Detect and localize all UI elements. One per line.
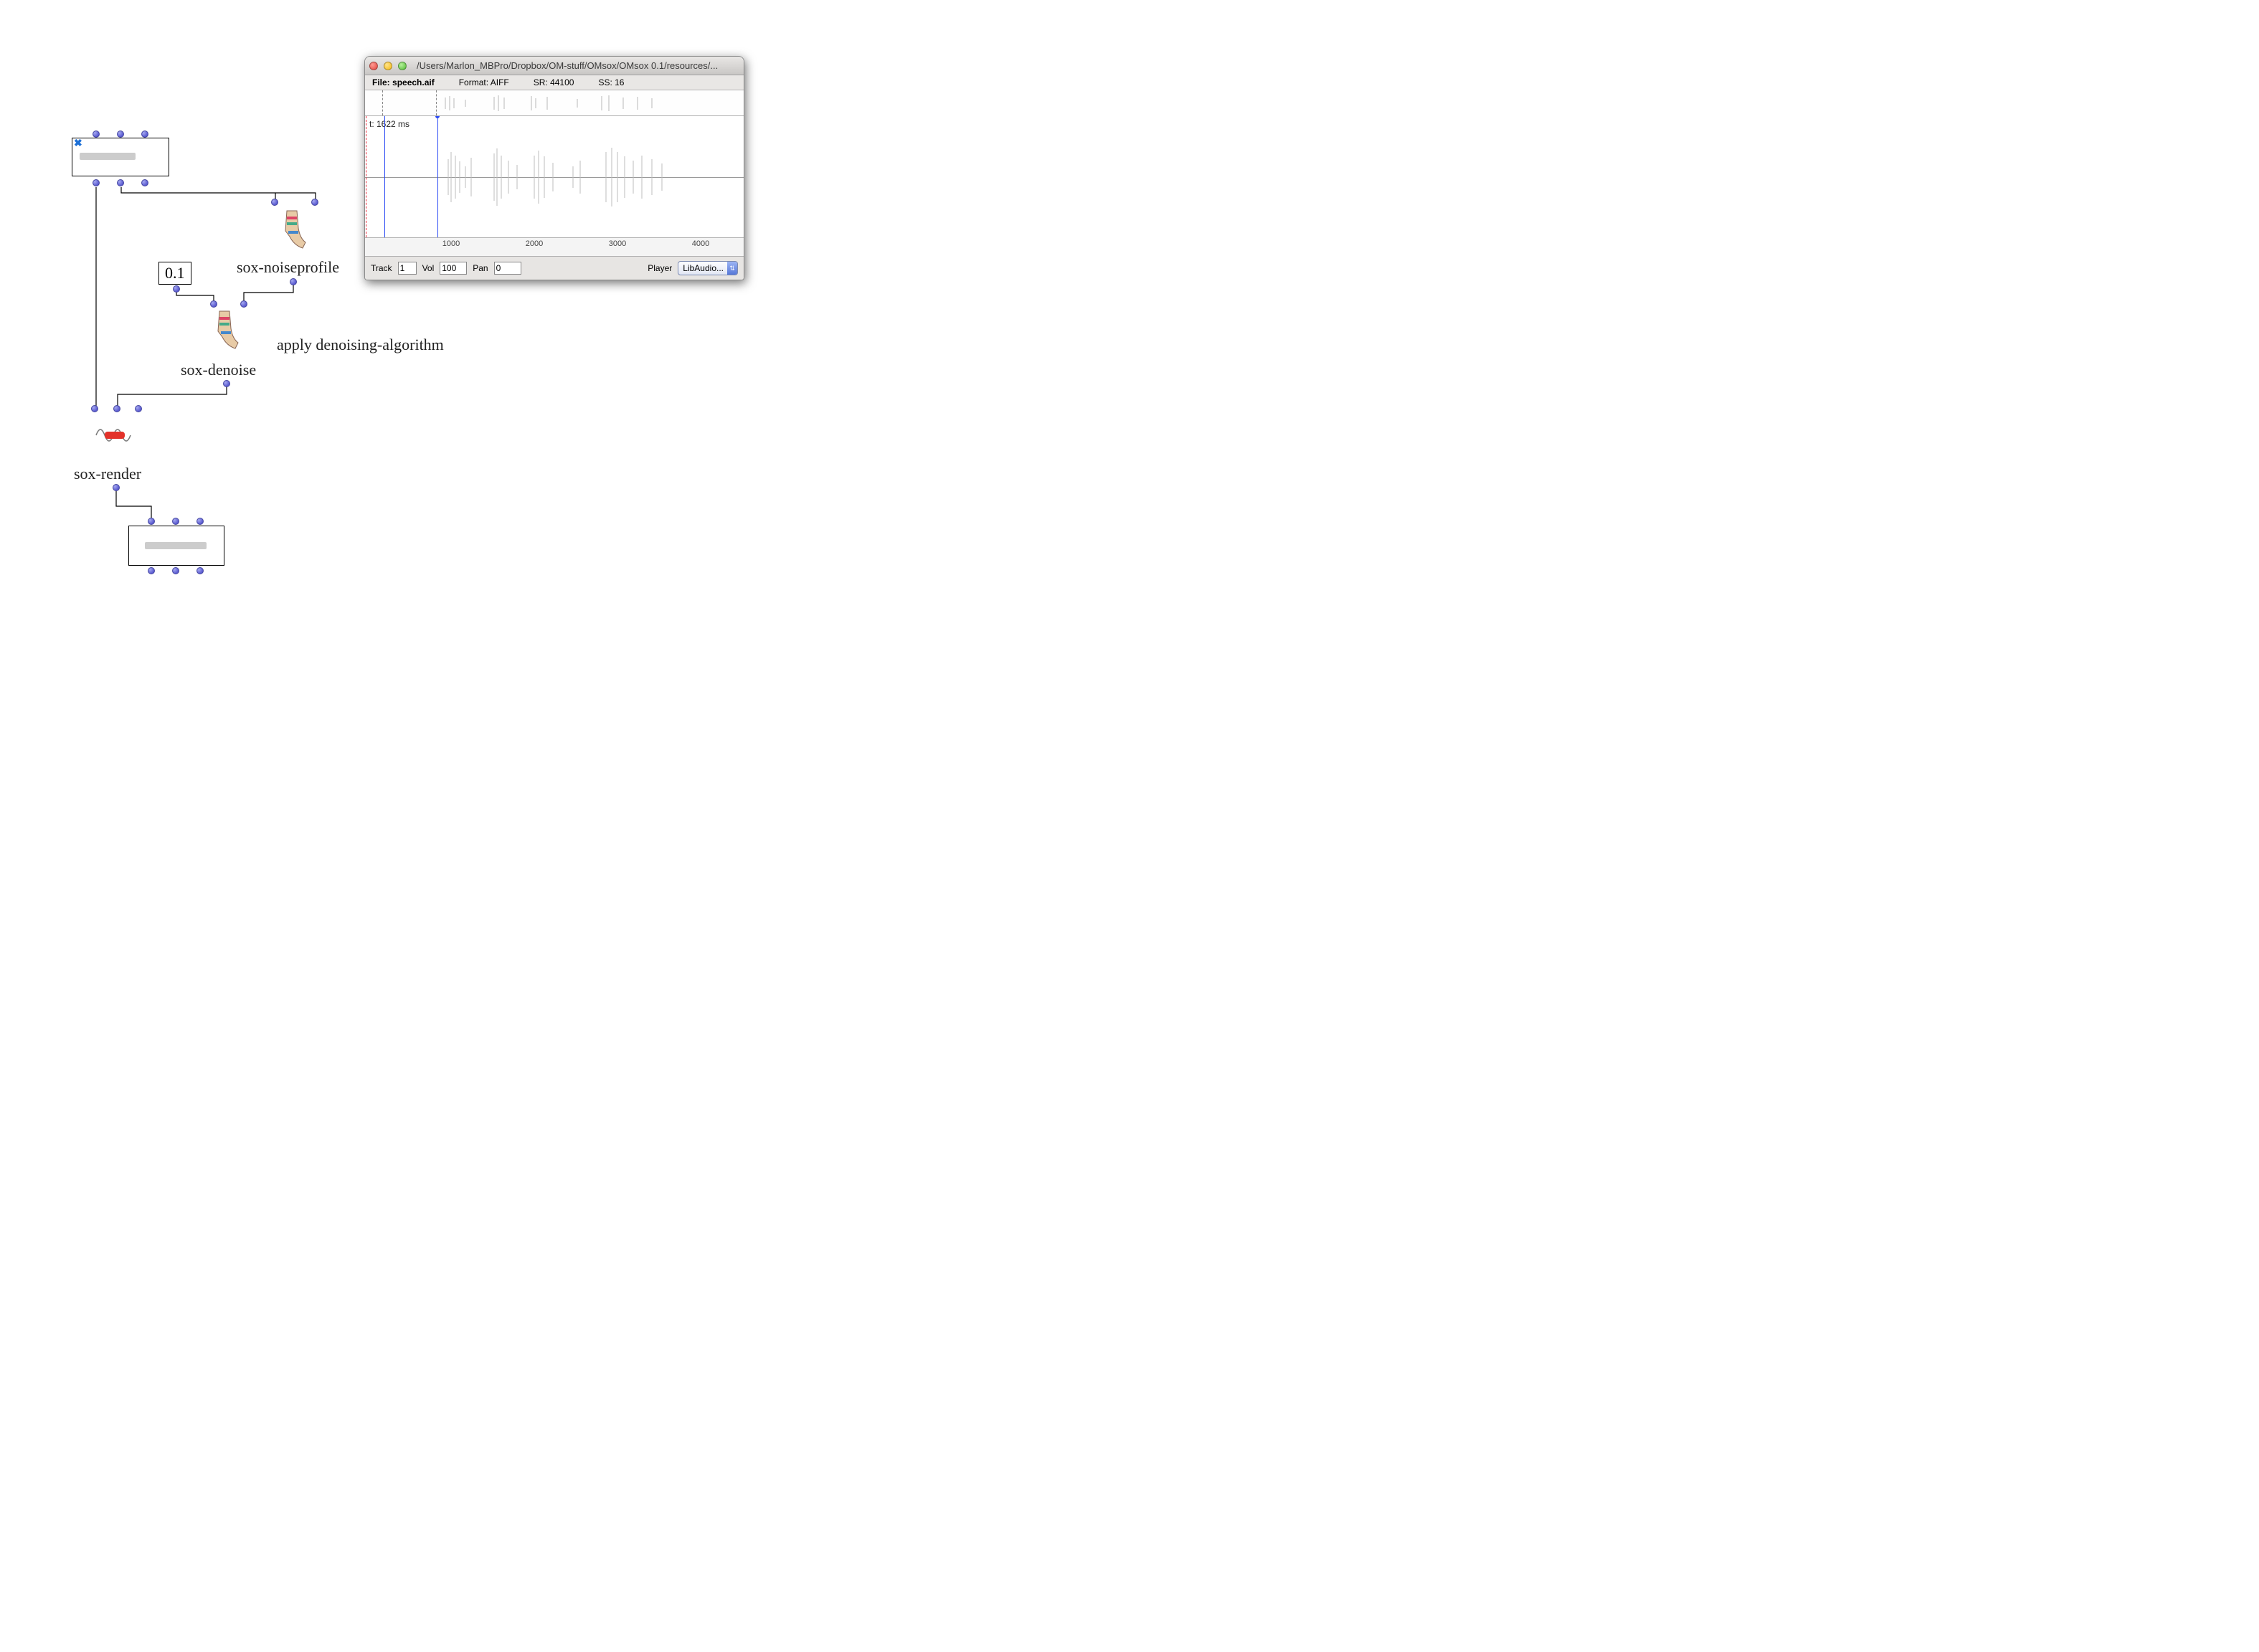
comment-text: apply denoising-algorithm — [277, 336, 444, 354]
outlet-port[interactable] — [148, 567, 155, 574]
file-label: File: — [372, 77, 392, 87]
output-sound-box[interactable] — [128, 526, 224, 566]
sound-info-bar: File: speech.aif Format: AIFF SR: 44100 … — [365, 75, 744, 90]
input-sound-box[interactable]: ✖ — [72, 138, 169, 176]
render-icon — [95, 420, 135, 450]
pan-label: Pan — [473, 263, 488, 273]
sound-editor-window[interactable]: /Users/Marlon_MBPro/Dropbox/OM-stuff/OMs… — [364, 56, 744, 280]
ruler-tick: 4000 — [692, 239, 709, 248]
pan-input[interactable] — [494, 262, 521, 275]
selected-marker-icon: ✖ — [74, 138, 82, 147]
file-name: speech.aif — [392, 77, 435, 87]
noiseprofile-label: sox-noiseprofile — [237, 258, 339, 277]
inlet-port[interactable] — [141, 130, 148, 138]
denoise-label: sox-denoise — [181, 361, 256, 379]
ruler-tick: 2000 — [526, 239, 543, 248]
outlet-port[interactable] — [172, 567, 179, 574]
player-select[interactable]: LibAudio... ⇅ — [678, 261, 738, 275]
waveform-main[interactable]: t: 1622 ms — [365, 116, 744, 238]
outlet-port[interactable] — [196, 567, 204, 574]
vol-input[interactable] — [440, 262, 467, 275]
inlet-port[interactable] — [117, 130, 124, 138]
inlet-port[interactable] — [311, 199, 318, 206]
outlet-port[interactable] — [113, 484, 120, 491]
format-info: Format: AIFF — [459, 77, 509, 87]
amount-value: 0.1 — [165, 264, 185, 282]
mini-waveform — [145, 542, 207, 549]
inlet-port[interactable] — [93, 130, 100, 138]
player-label: Player — [648, 263, 672, 273]
player-selected-value: LibAudio... — [683, 263, 724, 273]
chevron-up-down-icon: ⇅ — [727, 262, 737, 275]
vol-label: Vol — [422, 263, 435, 273]
outlet-port[interactable] — [173, 285, 180, 293]
zoom-icon[interactable] — [398, 62, 407, 70]
window-titlebar[interactable]: /Users/Marlon_MBPro/Dropbox/OM-stuff/OMs… — [365, 57, 744, 75]
inlet-port[interactable] — [271, 199, 278, 206]
outlet-port[interactable] — [223, 380, 230, 387]
time-ruler[interactable]: 1000 2000 3000 4000 — [365, 238, 744, 257]
track-label: Track — [371, 263, 392, 273]
main-waveform-icon — [365, 116, 744, 238]
inlet-port[interactable] — [240, 300, 247, 308]
inlet-port[interactable] — [91, 405, 98, 412]
mini-waveform — [80, 153, 136, 160]
waveform-overview[interactable] — [365, 90, 744, 116]
inlet-port[interactable] — [148, 518, 155, 525]
inlet-port[interactable] — [172, 518, 179, 525]
inlet-port[interactable] — [210, 300, 217, 308]
overview-selection[interactable] — [382, 90, 437, 115]
sr-info: SR: 44100 — [534, 77, 574, 87]
sock-icon — [274, 209, 311, 254]
inlet-port[interactable] — [196, 518, 204, 525]
minimize-icon[interactable] — [384, 62, 392, 70]
file-info: File: speech.aif — [372, 77, 435, 87]
render-label: sox-render — [74, 465, 141, 483]
playback-controls: Track Vol Pan Player LibAudio... ⇅ — [365, 257, 744, 280]
window-title: /Users/Marlon_MBPro/Dropbox/OM-stuff/OMs… — [417, 60, 739, 71]
amount-numbox[interactable]: 0.1 — [158, 262, 191, 285]
track-input[interactable] — [398, 262, 417, 275]
inlet-port[interactable] — [135, 405, 142, 412]
outlet-port[interactable] — [93, 179, 100, 186]
ruler-tick: 3000 — [609, 239, 626, 248]
outlet-port[interactable] — [141, 179, 148, 186]
close-icon[interactable] — [369, 62, 378, 70]
inlet-port[interactable] — [113, 405, 120, 412]
ruler-tick: 1000 — [442, 239, 460, 248]
ss-info: SS: 16 — [598, 77, 624, 87]
sock-icon — [207, 310, 244, 354]
outlet-port[interactable] — [290, 278, 297, 285]
outlet-port[interactable] — [117, 179, 124, 186]
